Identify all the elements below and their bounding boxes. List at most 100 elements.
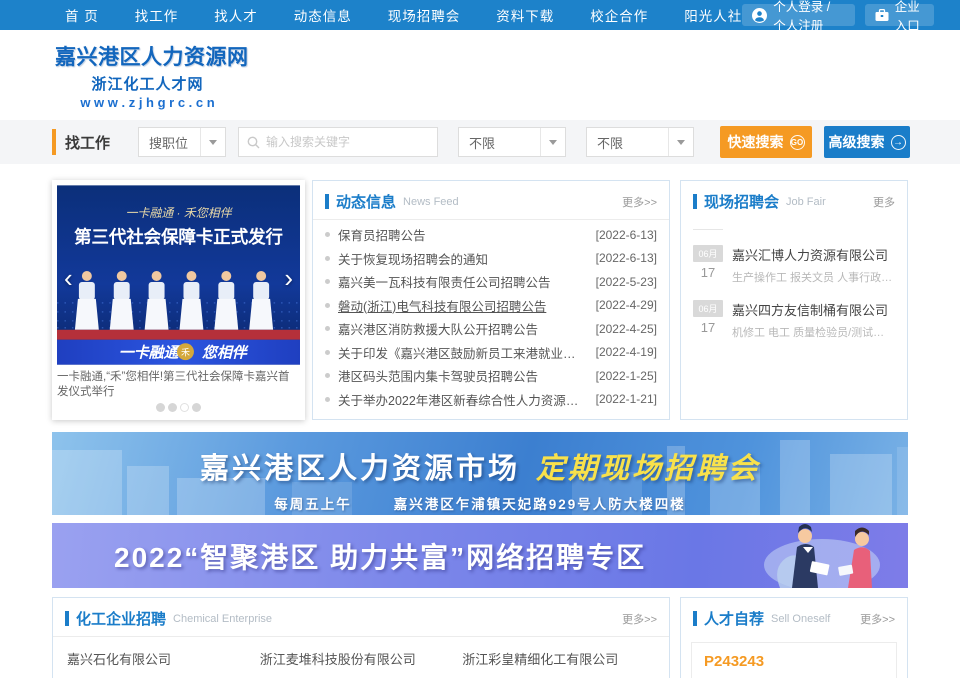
nav-item-job-fair[interactable]: 现场招聘会 <box>388 5 461 25</box>
search-accent-bar <box>52 129 56 155</box>
news-feed-title: 动态信息 <box>336 191 396 212</box>
carousel-next-arrow[interactable]: › <box>284 265 293 291</box>
nav-item-school-cooperation[interactable]: 校企合作 <box>590 5 648 25</box>
enterprise-entry-label: 企业入口 <box>895 0 924 34</box>
job-fair-item[interactable]: 06月 17 嘉兴汇博人力资源有限公司 生产操作工 报关文员 人事行政助理... <box>693 245 895 285</box>
job-fair-company[interactable]: 嘉兴四方友信制桶有限公司 <box>732 300 895 319</box>
job-fair-date-badge: 06月 17 <box>693 245 723 285</box>
carousel-dot[interactable] <box>168 403 177 412</box>
briefcase-icon <box>875 9 889 22</box>
company-entry[interactable]: 嘉兴石化有限公司 工艺员 设备管理 警卫(残疾工) <box>67 649 250 678</box>
site-title: 嘉兴港区人力资源网 <box>55 41 240 71</box>
news-date: [2022-6-13] <box>596 228 657 242</box>
divider <box>693 229 723 230</box>
job-fair-company[interactable]: 嘉兴汇博人力资源有限公司 <box>732 245 895 264</box>
quick-search-label: 快速搜索 <box>728 132 784 152</box>
nav-item-find-talent[interactable]: 找人才 <box>214 5 258 25</box>
filter-1-value: 不限 <box>459 133 540 152</box>
job-fair-jobs: 生产操作工 报关文员 人事行政助理... <box>732 269 895 285</box>
banner1-time: 每周五上午 <box>274 497 352 512</box>
news-item: 港区码头范围内集卡驾驶员招聘公告 [2022-1-25] <box>325 364 657 388</box>
news-link[interactable]: 关于举办2022年港区新春综合性人力资源暨春风... <box>338 390 588 409</box>
news-item: 磐动(浙江)电气科技有限公司招聘公告[2022-4-29] <box>325 294 657 318</box>
search-strip: 找工作 搜职位 不限 不限 快速搜索 GO 高级搜索 → <box>0 120 960 164</box>
search-icon <box>247 136 260 149</box>
header-accent-bar <box>693 611 697 626</box>
carousel-dot-active[interactable] <box>180 403 189 412</box>
nav-item-news[interactable]: 动态信息 <box>294 5 352 25</box>
chemical-more-link[interactable]: 更多>> <box>622 611 657 627</box>
company-entry[interactable]: 浙江麦堆科技股份有限公司 销售专员 会计 土建主管 <box>260 649 452 678</box>
nav-item-sunshine-hr[interactable]: 阳光人社 <box>684 5 742 25</box>
news-link[interactable]: 关于恢复现场招聘会的通知 <box>338 249 588 268</box>
job-fair-day: 17 <box>693 265 723 280</box>
job-fair-date-badge: 06月 17 <box>693 300 723 340</box>
news-link[interactable]: 保育员招聘公告 <box>338 225 588 244</box>
job-category-select[interactable]: 搜职位 <box>138 127 226 157</box>
talent-more-link[interactable]: 更多>> <box>860 611 895 627</box>
nav-account-area: 个人登录 / 个人注册 企业入口 <box>742 4 934 26</box>
search-input[interactable] <box>266 135 429 149</box>
chevron-down-icon <box>200 128 225 156</box>
filter-select-2[interactable]: 不限 <box>586 127 694 157</box>
header-accent-bar <box>65 611 69 626</box>
chevron-down-icon <box>668 128 693 156</box>
company-entry[interactable]: 浙江彩皇精细化工有限公司 普工(制造科) 营业担当 <box>462 649 645 678</box>
header-accent-bar <box>325 194 329 209</box>
filter-select-1[interactable]: 不限 <box>458 127 566 157</box>
nav-item-home[interactable]: 首 页 <box>65 5 99 25</box>
quick-search-button[interactable]: 快速搜索 GO <box>720 126 812 158</box>
news-link[interactable]: 嘉兴美一瓦科技有限责任公司招聘公告 <box>338 272 588 291</box>
news-link[interactable]: 嘉兴港区消防救援大队公开招聘公告 <box>338 319 588 338</box>
site-url: w w w . z j h g r c . c n <box>55 95 240 110</box>
nav-item-downloads[interactable]: 资料下载 <box>496 5 554 25</box>
bullet-icon <box>325 326 330 331</box>
chemical-subtitle: Chemical Enterprise <box>173 613 272 625</box>
job-fair-market-banner[interactable]: 嘉兴港区人力资源市场定期现场招聘会 每周五上午嘉兴港区乍浦镇天妃路929号人防大… <box>52 432 908 515</box>
keyword-search-field <box>238 127 438 157</box>
carousel-dot[interactable] <box>156 403 165 412</box>
job-fair-more-link[interactable]: 更多 <box>873 194 895 210</box>
nav-item-find-job[interactable]: 找工作 <box>135 5 179 25</box>
personal-login-button[interactable]: 个人登录 / 个人注册 <box>742 4 854 26</box>
advanced-search-button[interactable]: 高级搜索 → <box>824 126 910 158</box>
bullet-icon <box>325 397 330 402</box>
bullet-icon <box>325 232 330 237</box>
chevron-down-icon <box>540 128 565 156</box>
news-more-link[interactable]: 更多>> <box>622 194 657 210</box>
company-name[interactable]: 浙江彩皇精细化工有限公司 <box>462 649 645 668</box>
news-date: [2022-5-23] <box>596 275 657 289</box>
job-fair-month: 06月 <box>693 245 723 262</box>
news-link[interactable]: 港区码头范围内集卡驾驶员招聘公告 <box>338 366 588 385</box>
bullet-icon <box>325 350 330 355</box>
news-link[interactable]: 磐动(浙江)电气科技有限公司招聘公告 <box>338 296 588 315</box>
company-name[interactable]: 浙江麦堆科技股份有限公司 <box>260 649 452 668</box>
online-recruitment-banner[interactable]: 2022“智聚港区 助力共富”网络招聘专区 <box>52 523 908 588</box>
candidate-id[interactable]: P243243 <box>704 653 884 670</box>
carousel-prev-arrow[interactable]: ‹ <box>64 265 73 291</box>
site-header: 嘉兴港区人力资源网 浙江化工人才网 w w w . z j h g r c . … <box>0 30 960 120</box>
carousel-caption[interactable]: 一卡融通,“禾”您相伴!第三代社会保障卡嘉兴首发仪式举行 <box>57 370 300 400</box>
news-link[interactable]: 关于印发《嘉兴港区鼓励新员工来港就业补助操作... <box>338 343 588 362</box>
ribbon-seal: 禾 <box>181 348 190 358</box>
go-icon: GO <box>790 135 805 150</box>
carousel-slide-image[interactable]: 一卡融通 · 禾您相伴 第三代社会保障卡正式发行 一卡融通 禾 您相伴 <box>57 185 300 365</box>
site-subtitle: 浙江化工人才网 <box>55 73 240 94</box>
news-date: [2022-4-19] <box>596 345 657 359</box>
banner2-title: 2022“智聚港区 助力共富”网络招聘专区 <box>114 536 646 576</box>
arrow-right-icon: → <box>891 135 906 150</box>
candidate-card[interactable]: P243243 男 | 嘉兴市-嘉兴港区 | 八年以上 <box>691 642 897 678</box>
people-illustration <box>750 523 900 588</box>
talent-subtitle: Sell Oneself <box>771 613 830 625</box>
company-name[interactable]: 嘉兴石化有限公司 <box>67 649 250 668</box>
news-date: [2022-1-25] <box>596 369 657 383</box>
talent-title: 人才自荐 <box>704 608 764 629</box>
nav-items: 首 页 找工作 找人才 动态信息 现场招聘会 资料下载 校企合作 阳光人社 <box>65 5 742 25</box>
carousel-dot[interactable] <box>192 403 201 412</box>
person-icon <box>752 8 767 23</box>
bullet-icon <box>325 279 330 284</box>
news-date: [2022-1-21] <box>596 392 657 406</box>
filter-2-value: 不限 <box>587 133 668 152</box>
job-fair-item[interactable]: 06月 17 嘉兴四方友信制桶有限公司 机修工 电工 质量检验员/测试员 叉车.… <box>693 300 895 340</box>
enterprise-entry-button[interactable]: 企业入口 <box>865 4 934 26</box>
